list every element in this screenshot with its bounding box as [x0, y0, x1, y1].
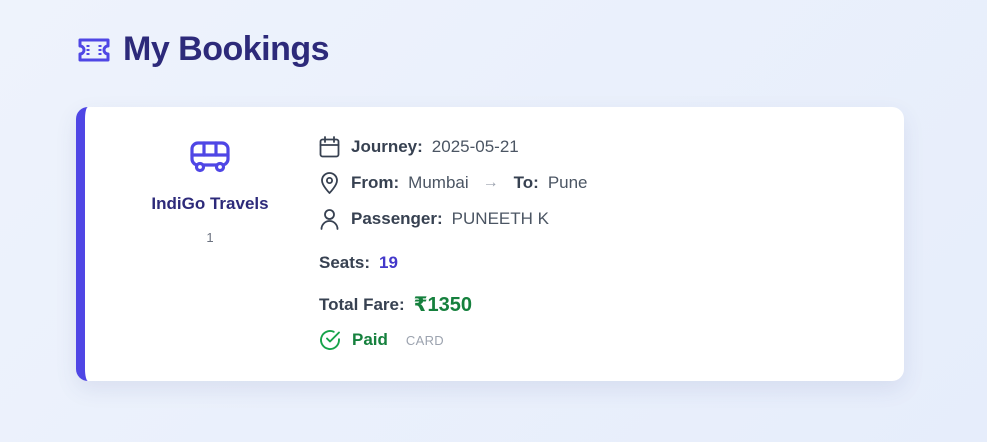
from-value: Mumbai [408, 173, 469, 192]
user-icon [319, 208, 351, 230]
route-row: From: Mumbai → To: Pune [319, 172, 588, 194]
fare-row: Total Fare: ₹1350 [319, 292, 472, 317]
journey-label: Journey: [351, 137, 423, 156]
seats-value: 19 [379, 253, 398, 272]
page-header: My Bookings [77, 30, 330, 69]
payment-row: Paid CARD [319, 329, 444, 351]
passenger-label: Passenger: [351, 209, 443, 228]
passenger-row: Passenger: PUNEETH K [319, 208, 549, 230]
operator-panel: IndiGo Travels 1 [125, 107, 295, 245]
page-title: My Bookings [123, 30, 330, 68]
payment-method: CARD [405, 332, 444, 348]
payment-status: Paid [352, 330, 388, 349]
fare-label: Total Fare: [319, 294, 405, 314]
booking-card[interactable]: IndiGo Travels 1 Journey: 2025-05-21 Fro… [76, 107, 904, 381]
seats-row: Seats: 19 [319, 253, 398, 273]
passenger-name: PUNEETH K [451, 209, 549, 228]
to-value: Pune [547, 173, 588, 192]
seats-label: Seats: [319, 253, 371, 272]
journey-date: 2025-05-21 [431, 137, 519, 156]
fare-value: ₹1350 [413, 294, 473, 316]
operator-sub: 1 [206, 230, 214, 245]
bus-icon [189, 140, 231, 179]
operator-name: IndiGo Travels [151, 194, 269, 213]
arrow-right-icon: → [482, 174, 499, 191]
to-label: To: [513, 173, 539, 192]
journey-row: Journey: 2025-05-21 [319, 136, 519, 158]
ticket-icon [77, 37, 111, 63]
calendar-icon [319, 136, 351, 158]
check-circle-icon [319, 329, 352, 351]
map-pin-icon [319, 172, 351, 194]
from-label: From: [351, 173, 400, 192]
